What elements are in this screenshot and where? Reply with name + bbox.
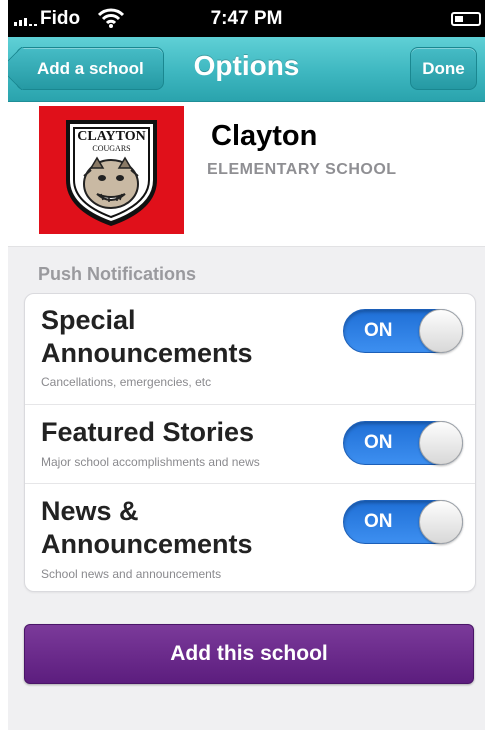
status-time: 7:47 PM — [210, 8, 283, 29]
toggle-on-label: ON — [364, 320, 393, 341]
screen: Fido 7:47 PM Add a school Options Done C — [8, 0, 485, 730]
navigation-bar: Add a school Options Done — [8, 37, 485, 102]
news-announcements-toggle[interactable]: ON — [343, 500, 463, 544]
setting-title: Featured Stories — [41, 416, 254, 449]
featured-stories-toggle[interactable]: ON — [343, 421, 463, 465]
setting-title-line: Special — [41, 305, 136, 335]
logo-text-sub: COUGARS — [92, 144, 130, 153]
back-button-label: Add a school — [37, 59, 144, 78]
battery-icon — [451, 12, 481, 26]
add-school-button[interactable]: Add this school — [24, 624, 474, 684]
setting-title: News & Announcements — [41, 495, 253, 561]
setting-title-line: Announcements — [41, 529, 253, 559]
setting-title-line: News & — [41, 496, 139, 526]
notification-settings-group: Special Announcements Cancellations, eme… — [24, 293, 476, 592]
back-button[interactable]: Add a school — [16, 47, 164, 90]
setting-subtitle: Cancellations, emergencies, etc — [41, 375, 212, 389]
logo-text-top: CLAYTON — [77, 129, 145, 144]
toggle-knob — [419, 500, 463, 544]
status-bar: Fido 7:47 PM — [8, 0, 485, 37]
push-notifications-header: Push Notifications — [38, 264, 197, 284]
school-header: CLAYTON COUGARS Clayton ELEMENTARY SCHOO… — [8, 102, 485, 247]
setting-title-line: Featured Stories — [41, 417, 255, 447]
school-logo: CLAYTON COUGARS — [39, 106, 184, 234]
setting-subtitle: Major school accomplishments and news — [41, 455, 260, 469]
toggle-on-label: ON — [364, 432, 393, 453]
school-type: ELEMENTARY SCHOOL — [207, 161, 397, 178]
toggle-knob — [419, 421, 463, 465]
setting-row-featured-stories: Featured Stories Major school accomplish… — [25, 404, 475, 484]
toggle-on-label: ON — [364, 511, 393, 532]
setting-row-special-announcements: Special Announcements Cancellations, eme… — [25, 294, 475, 404]
setting-title-line: Announcements — [41, 338, 253, 368]
special-announcements-toggle[interactable]: ON — [343, 309, 463, 353]
toggle-knob — [419, 309, 463, 353]
setting-subtitle: School news and announcements — [41, 567, 222, 581]
done-button[interactable]: Done — [410, 47, 477, 90]
school-name: Clayton — [211, 120, 318, 152]
setting-title: Special Announcements — [41, 304, 253, 370]
setting-row-news-announcements: News & Announcements School news and ann… — [25, 483, 475, 591]
